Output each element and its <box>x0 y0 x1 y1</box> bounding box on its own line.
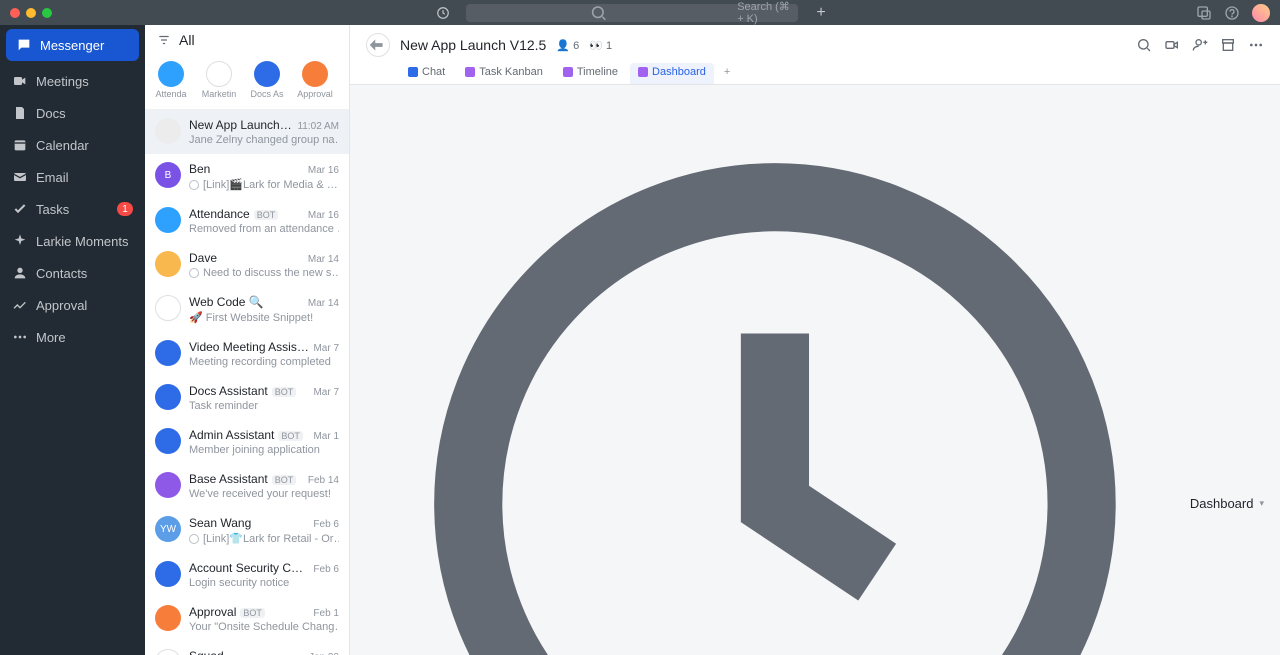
pinned-item[interactable]: Marketin <box>201 61 237 99</box>
translate-icon[interactable] <box>1196 5 1212 21</box>
video-icon <box>12 73 28 89</box>
video-icon[interactable] <box>1164 37 1180 53</box>
trend-icon <box>12 297 28 313</box>
check-icon <box>12 201 28 217</box>
search-input[interactable]: Search (⌘ + K) <box>466 4 798 22</box>
user-icon <box>12 265 28 281</box>
chat-item[interactable]: Video Meeting Assis…BOTMar 7 Meeting rec… <box>145 332 349 376</box>
tab-timeline[interactable]: Timeline <box>555 63 626 84</box>
activity-count[interactable]: 👀 1 <box>589 39 612 52</box>
chat-item[interactable]: YW Sean WangFeb 6 [Link]👕Lark for Retail… <box>145 508 349 553</box>
mail-icon <box>12 169 28 185</box>
window-controls[interactable] <box>10 8 52 18</box>
main-content: New App Launch V12.5 👤 6 👀 1 ChatTask Ka… <box>350 25 1280 655</box>
more-icon <box>12 329 28 345</box>
nav-tasks[interactable]: Tasks1 <box>0 193 145 225</box>
pinned-chats: Attenda Marketin Docs As Approval <box>145 55 349 110</box>
primary-nav: Messenger Meetings Docs Calendar Email T… <box>0 25 145 655</box>
add-tab[interactable]: + <box>718 63 736 84</box>
chat-item[interactable]: SquadJan 30 Sean Wang: [Link]👥Lark for … <box>145 641 349 655</box>
chat-item[interactable]: DaveMar 14 Need to discuss the new s… <box>145 243 349 287</box>
nav-meetings[interactable]: Meetings <box>0 65 145 97</box>
close-dot[interactable] <box>10 8 20 18</box>
minimize-dot[interactable] <box>26 8 36 18</box>
archive-icon[interactable] <box>1220 37 1236 53</box>
sparkle-icon <box>12 233 28 249</box>
chat-item[interactable]: B BenMar 16 [Link]🎬Lark for Media & … <box>145 154 349 199</box>
avatar[interactable] <box>1252 4 1270 22</box>
chat-icon <box>16 37 32 53</box>
member-count[interactable]: 👤 6 <box>556 39 579 52</box>
chat-items: New App Launch V12.511:02 AM Jane Zelny … <box>145 110 349 655</box>
maximize-dot[interactable] <box>42 8 52 18</box>
search-icon[interactable] <box>1136 37 1152 53</box>
add-person-icon[interactable] <box>1192 37 1208 53</box>
group-avatar[interactable] <box>366 33 390 57</box>
chat-list: All Attenda Marketin Docs As Approval New A… <box>145 25 350 655</box>
filter-icon <box>157 33 171 47</box>
chevron-down-icon: ▾ <box>1259 498 1264 509</box>
chat-item[interactable]: Admin AssistantBOTMar 1 Member joining a… <box>145 420 349 464</box>
nav-contacts[interactable]: Contacts <box>0 257 145 289</box>
help-icon[interactable] <box>1224 5 1240 21</box>
page-title: New App Launch V12.5 <box>400 37 546 53</box>
nav-moments[interactable]: Larkie Moments <box>0 225 145 257</box>
chat-item[interactable]: New App Launch V12.511:02 AM Jane Zelny … <box>145 110 349 154</box>
calendar-icon <box>12 137 28 153</box>
chat-item[interactable]: Docs AssistantBOTMar 7 Task reminder <box>145 376 349 420</box>
history-icon[interactable] <box>436 6 450 20</box>
badge: 1 <box>117 202 133 216</box>
nav-email[interactable]: Email <box>0 161 145 193</box>
pinned-item[interactable]: Docs As <box>249 61 285 99</box>
chat-item[interactable]: AttendanceBOTMar 16 Removed from an atte… <box>145 199 349 243</box>
nav-more[interactable]: More <box>0 321 145 353</box>
chat-item[interactable]: ApprovalBOTFeb 1 Your "Onsite Schedule C… <box>145 597 349 641</box>
more-icon[interactable] <box>1248 37 1264 53</box>
dashboard-selector[interactable]: Dashboard <box>1190 496 1254 511</box>
nav-messenger[interactable]: Messenger <box>6 29 139 61</box>
nav-approval[interactable]: Approval <box>0 289 145 321</box>
tab-dashboard[interactable]: Dashboard <box>630 63 714 84</box>
chat-item[interactable]: Base AssistantBOTFeb 14 We've received y… <box>145 464 349 508</box>
chat-item[interactable]: Web Code 🔍Mar 14 🚀 First Website Snippet… <box>145 287 349 332</box>
chat-filter-header[interactable]: All <box>145 25 349 55</box>
pinned-item[interactable]: Approval <box>297 61 333 99</box>
pinned-item[interactable]: Attenda <box>153 61 189 99</box>
title-bar: Search (⌘ + K) + <box>0 0 1280 25</box>
tab-task-kanban[interactable]: Task Kanban <box>457 63 551 84</box>
tab-chat[interactable]: Chat <box>400 63 453 84</box>
content-tabs: ChatTask KanbanTimelineDashboard+ <box>366 63 1264 84</box>
nav-docs[interactable]: Docs <box>0 97 145 129</box>
nav-calendar[interactable]: Calendar <box>0 129 145 161</box>
chat-item[interactable]: Account Security Ce…BOTFeb 6 Login secur… <box>145 553 349 597</box>
add-icon[interactable]: + <box>814 6 828 20</box>
docs-icon <box>12 105 28 121</box>
